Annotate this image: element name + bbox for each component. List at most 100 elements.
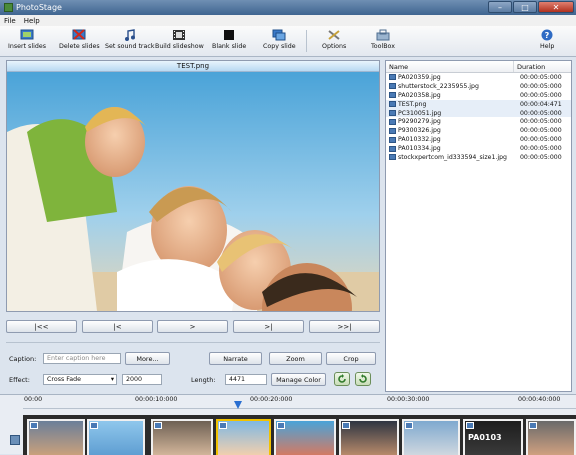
manage-color-button[interactable]: Manage Color <box>271 373 326 386</box>
list-item[interactable]: PA010332.jpg 00:00:05:000 <box>386 135 571 144</box>
image-file-icon <box>389 110 396 116</box>
previous-slide-button[interactable]: |< <box>82 320 153 333</box>
timeline-ruler[interactable]: 00:00 00:00:10:000 00:00:20:000 00:00:30… <box>23 395 576 409</box>
build-slideshow-button[interactable]: Build slideshow <box>155 28 204 55</box>
column-header-duration[interactable]: Duration <box>514 61 545 72</box>
ruler-tick-label: 00:00:40:000 <box>518 396 561 403</box>
slide-badge-icon <box>219 422 227 429</box>
zoom-button[interactable]: Zoom <box>269 352 322 365</box>
ruler-tick-label: 00:00:10:000 <box>135 396 178 403</box>
slide-badge-icon <box>405 422 413 429</box>
last-slide-button[interactable]: >>| <box>309 320 380 333</box>
delete-slides-icon <box>72 28 86 41</box>
title-bar: PhotoStage – □ ✕ <box>0 0 576 15</box>
slide-badge-icon <box>30 422 38 429</box>
toolbar-separator <box>306 30 307 52</box>
timeline-thumbnail[interactable] <box>274 419 336 455</box>
preview-image <box>7 72 379 311</box>
next-slide-button[interactable]: >| <box>233 320 304 333</box>
timeline-thumbnail[interactable] <box>216 419 271 455</box>
set-sound-track-button[interactable]: Set sound track <box>105 28 154 55</box>
svg-text:?: ? <box>545 31 550 40</box>
list-item[interactable]: TEST.png 00:00:04:471 <box>386 99 571 109</box>
list-item[interactable]: PC310051.jpg 00:00:05:000 <box>386 108 571 118</box>
narrate-button[interactable]: Narrate <box>209 352 262 365</box>
play-button[interactable]: > <box>157 320 228 333</box>
toolbar: Insert slides Delete slides Set sound tr… <box>0 26 576 57</box>
insert-slides-icon <box>20 28 34 41</box>
timeline-thumbnail[interactable] <box>402 419 460 455</box>
thumbnail-label: PA0103 <box>468 433 502 442</box>
toolbox-button[interactable]: ToolBox <box>371 28 395 55</box>
timeline[interactable]: 00:00 00:00:10:000 00:00:20:000 00:00:30… <box>0 394 576 455</box>
effect-select[interactable]: Cross Fade ▾ <box>43 374 117 385</box>
timeline-thumbnail[interactable] <box>526 419 576 455</box>
slide-list-header: Name Duration <box>386 61 571 73</box>
copy-slide-icon <box>272 28 286 41</box>
list-item[interactable]: P9290279.jpg 00:00:05:000 <box>386 117 571 126</box>
timeline-thumbnail[interactable] <box>27 419 85 455</box>
timeline-thumbnail[interactable] <box>87 419 145 455</box>
rotate-left-icon <box>338 374 346 383</box>
length-label: Length: <box>191 376 216 384</box>
list-item[interactable]: stockxpertcom_id333594_size1.jpg 00:00:05… <box>386 153 571 162</box>
insert-slides-button[interactable]: Insert slides <box>8 28 46 55</box>
app-icon <box>4 3 13 12</box>
ruler-tick-label: 00:00 <box>24 396 43 403</box>
timeline-thumbnail[interactable] <box>151 419 213 455</box>
timeline-thumbnail[interactable]: PA0103 <box>463 419 523 455</box>
image-file-icon <box>389 145 396 152</box>
menu-help[interactable]: Help <box>24 17 40 25</box>
copy-slide-button[interactable]: Copy slide <box>263 28 296 55</box>
effect-select-value: Cross Fade <box>47 376 82 383</box>
more-button[interactable]: More... <box>125 352 170 365</box>
blank-slide-button[interactable]: Blank slide <box>212 28 246 55</box>
image-file-icon <box>389 92 396 99</box>
rotate-right-icon <box>359 374 367 383</box>
ruler-tick-label: 00:00:20:000 <box>250 396 293 403</box>
slide-list-body: PA020359.jpg 00:00:05:000 shutterstock_22… <box>386 73 571 162</box>
options-button[interactable]: Options <box>322 28 346 55</box>
list-item[interactable]: PA020358.jpg 00:00:05:000 <box>386 91 571 100</box>
list-item[interactable]: PA010334.jpg 00:00:05:000 <box>386 144 571 153</box>
menu-file[interactable]: File <box>4 17 16 25</box>
timeline-view-icon[interactable] <box>10 435 20 445</box>
filmstrip: PA0103 <box>23 415 576 455</box>
toolbox-icon <box>376 28 390 41</box>
image-file-icon <box>389 136 396 143</box>
preview-title: TEST.png <box>7 61 379 72</box>
options-icon <box>327 28 341 41</box>
length-field[interactable]: 4471 <box>225 374 267 385</box>
music-note-icon <box>123 28 137 41</box>
slide-badge-icon <box>342 422 350 429</box>
image-file-icon <box>389 127 396 134</box>
rotate-right-button[interactable] <box>355 372 371 386</box>
image-file-icon <box>389 83 396 90</box>
column-header-name[interactable]: Name <box>386 61 514 72</box>
first-slide-button[interactable]: |<< <box>6 320 77 333</box>
slide-badge-icon <box>277 422 285 429</box>
film-icon <box>172 28 186 41</box>
effect-duration-field[interactable]: 2000 <box>122 374 162 385</box>
list-item[interactable]: shutterstock_2235955.jpg 00:00:05:000 <box>386 82 571 91</box>
caption-input[interactable]: Enter caption here <box>43 353 121 364</box>
timeline-thumbnail[interactable] <box>339 419 399 455</box>
effect-label: Effect: <box>9 376 30 384</box>
close-button[interactable]: ✕ <box>538 1 574 13</box>
slide-badge-icon <box>154 422 162 429</box>
list-item[interactable]: P9300326.jpg 00:00:05:000 <box>386 126 571 135</box>
preview-panel: TEST.png <box>6 60 380 312</box>
slide-controls: Caption: Enter caption here More... Narr… <box>6 342 380 392</box>
ruler-tick-label: 00:00:30:000 <box>387 396 430 403</box>
help-icon: ? <box>540 28 554 41</box>
help-button[interactable]: ? Help <box>540 28 554 55</box>
minimize-button[interactable]: – <box>488 1 512 13</box>
list-item[interactable]: PA020359.jpg 00:00:05:000 <box>386 73 571 82</box>
blank-slide-icon <box>222 28 236 41</box>
maximize-button[interactable]: □ <box>513 1 537 13</box>
slide-list: Name Duration PA020359.jpg 00:00:05:000 s… <box>385 60 572 392</box>
playhead-marker[interactable] <box>234 401 242 409</box>
rotate-left-button[interactable] <box>334 372 350 386</box>
crop-button[interactable]: Crop <box>326 352 376 365</box>
delete-slides-button[interactable]: Delete slides <box>59 28 100 55</box>
